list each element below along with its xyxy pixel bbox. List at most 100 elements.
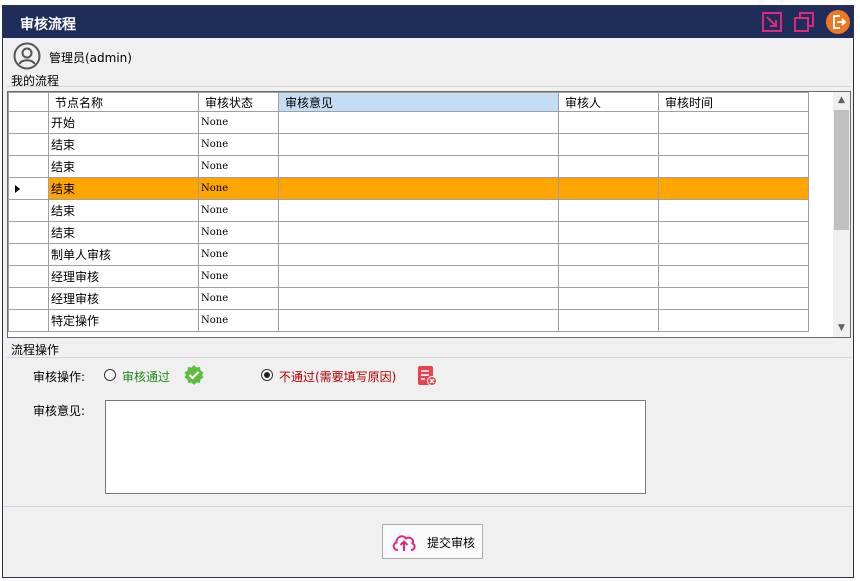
table-row[interactable]: 结束 None <box>8 155 809 178</box>
table-row[interactable]: 开始 None <box>8 111 809 134</box>
submit-label: 提交审核 <box>427 536 476 550</box>
cell-node[interactable]: 结束 <box>48 133 199 156</box>
cell-reviewer[interactable] <box>558 111 659 134</box>
divider <box>7 357 851 358</box>
cell-node[interactable]: 经理审核 <box>48 265 199 288</box>
cell-time[interactable] <box>658 155 809 178</box>
cell-opinion[interactable] <box>278 199 559 222</box>
scroll-down-icon[interactable]: ▼ <box>833 320 850 337</box>
opinion-input[interactable] <box>105 400 646 494</box>
cell-status[interactable]: None <box>198 111 279 134</box>
scroll-thumb[interactable] <box>834 110 849 230</box>
submit-button[interactable]: 提交审核 <box>382 524 483 559</box>
cell-reviewer[interactable] <box>558 133 659 156</box>
cell-opinion[interactable] <box>278 155 559 178</box>
cell-status[interactable]: None <box>198 309 279 332</box>
current-row-arrow-icon <box>15 184 20 193</box>
cell-status[interactable]: None <box>198 243 279 266</box>
row-header[interactable] <box>8 265 49 288</box>
table-row[interactable]: 经理审核 None <box>8 265 809 288</box>
cell-status[interactable]: None <box>198 133 279 156</box>
row-header[interactable] <box>8 221 49 244</box>
column-header-status[interactable]: 审核状态 <box>198 92 279 112</box>
cell-time[interactable] <box>658 133 809 156</box>
column-header-node[interactable]: 节点名称 <box>48 92 199 112</box>
row-header-corner <box>8 92 49 112</box>
row-header[interactable] <box>8 155 49 178</box>
row-header[interactable] <box>8 177 49 200</box>
reject-radio[interactable] <box>261 369 273 381</box>
cell-reviewer[interactable] <box>558 155 659 178</box>
cell-node[interactable]: 经理审核 <box>48 287 199 310</box>
cell-status[interactable]: None <box>198 155 279 178</box>
cell-node[interactable]: 开始 <box>48 111 199 134</box>
table-row[interactable]: 结束 None <box>8 133 809 156</box>
cell-opinion[interactable] <box>278 111 559 134</box>
cell-opinion[interactable] <box>278 177 559 200</box>
table-row[interactable]: 结束 None <box>8 221 809 244</box>
cell-node[interactable]: 结束 <box>48 221 199 244</box>
cell-reviewer[interactable] <box>558 221 659 244</box>
row-header[interactable] <box>8 287 49 310</box>
cell-time[interactable] <box>658 243 809 266</box>
row-header[interactable] <box>8 309 49 332</box>
opinion-label: 审核意见: <box>33 404 86 418</box>
flow-grid[interactable]: 节点名称 审核状态 审核意见 审核人 审核时间 开始 None 结束 None 结束 No… <box>7 91 851 338</box>
exit-button[interactable] <box>825 9 851 35</box>
table-row[interactable]: 结束 None <box>8 199 809 222</box>
cell-reviewer[interactable] <box>558 243 659 266</box>
cell-time[interactable] <box>658 309 809 332</box>
cell-opinion[interactable] <box>278 265 559 288</box>
cell-node[interactable]: 结束 <box>48 155 199 178</box>
cell-reviewer[interactable] <box>558 287 659 310</box>
cell-reviewer[interactable] <box>558 199 659 222</box>
cell-node[interactable]: 特定操作 <box>48 309 199 332</box>
restore-icon <box>762 12 782 32</box>
cell-time[interactable] <box>658 177 809 200</box>
table-row[interactable]: 结束 None <box>8 177 809 200</box>
cell-time[interactable] <box>658 287 809 310</box>
row-header[interactable] <box>8 199 49 222</box>
cell-opinion[interactable] <box>278 133 559 156</box>
row-header[interactable] <box>8 111 49 134</box>
table-row[interactable]: 经理审核 None <box>8 287 809 310</box>
cell-status[interactable]: None <box>198 221 279 244</box>
cell-time[interactable] <box>658 111 809 134</box>
reject-radio-label[interactable]: 不通过(需要填写原因) <box>279 368 396 385</box>
cell-time[interactable] <box>658 265 809 288</box>
scroll-up-icon[interactable]: ▲ <box>833 92 850 109</box>
column-header-time[interactable]: 审核时间 <box>658 92 809 112</box>
cell-opinion[interactable] <box>278 309 559 332</box>
pass-radio-label[interactable]: 审核通过 <box>122 368 170 385</box>
restore-button[interactable] <box>759 9 785 35</box>
cell-reviewer[interactable] <box>558 309 659 332</box>
cell-status[interactable]: None <box>198 177 279 200</box>
cell-opinion[interactable] <box>278 243 559 266</box>
cell-status[interactable]: None <box>198 287 279 310</box>
cell-time[interactable] <box>658 221 809 244</box>
vertical-scrollbar[interactable]: ▲ ▼ <box>833 92 850 337</box>
window-title: 审核流程 <box>20 17 76 33</box>
cell-reviewer[interactable] <box>558 265 659 288</box>
table-row[interactable]: 特定操作 None <box>8 309 809 332</box>
cell-node[interactable]: 结束 <box>48 177 199 200</box>
cell-node[interactable]: 制单人审核 <box>48 243 199 266</box>
row-header[interactable] <box>8 133 49 156</box>
cell-opinion[interactable] <box>278 287 559 310</box>
cell-opinion[interactable] <box>278 221 559 244</box>
reject-doc-icon <box>418 366 437 386</box>
cell-reviewer[interactable] <box>558 177 659 200</box>
pass-radio[interactable] <box>104 369 116 381</box>
cell-time[interactable] <box>658 199 809 222</box>
cell-node[interactable]: 结束 <box>48 199 199 222</box>
flow-table: 节点名称 审核状态 审核意见 审核人 审核时间 开始 None 结束 None 结束 No… <box>8 92 809 332</box>
cell-status[interactable]: None <box>198 199 279 222</box>
check-badge-icon <box>184 365 204 385</box>
footer-divider <box>3 506 853 507</box>
cell-status[interactable]: None <box>198 265 279 288</box>
column-header-opinion[interactable]: 审核意见 <box>278 92 559 112</box>
column-header-reviewer[interactable]: 审核人 <box>558 92 659 112</box>
copy-window-button[interactable] <box>791 9 817 35</box>
row-header[interactable] <box>8 243 49 266</box>
table-row[interactable]: 制单人审核 None <box>8 243 809 266</box>
